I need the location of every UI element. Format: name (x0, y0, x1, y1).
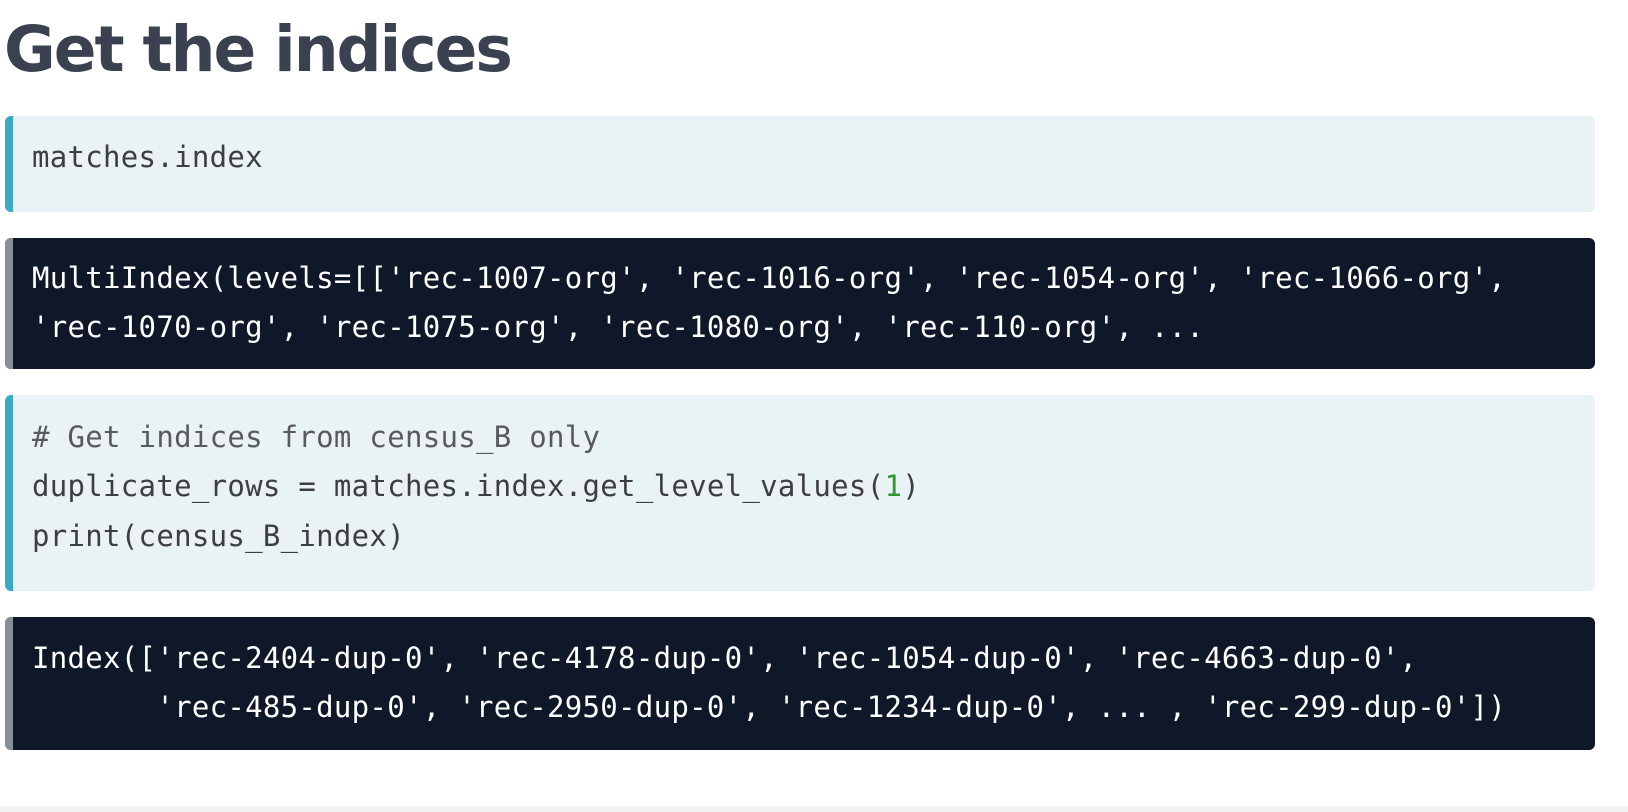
page: Get the indices matches.index MultiIndex… (0, 0, 1628, 812)
code-line: matches.index (32, 140, 263, 174)
output-block-accent-bar (5, 238, 13, 369)
divider (0, 806, 1628, 812)
code-block-accent-bar (5, 395, 13, 591)
code-text: duplicate_rows = matches.index.get_level… (32, 469, 885, 503)
code-text: ) (902, 469, 920, 503)
code-line: duplicate_rows = matches.index.get_level… (32, 461, 920, 511)
output-block-multiindex[interactable]: MultiIndex(levels=[['rec-1007-org', 'rec… (5, 238, 1595, 369)
page-title: Get the indices (4, 13, 513, 86)
code-block-accent-bar (5, 116, 13, 212)
code-block-get-indices[interactable]: # Get indices from census_B only duplica… (5, 395, 1595, 591)
output-block-index[interactable]: Index(['rec-2404-dup-0', 'rec-4178-dup-0… (5, 617, 1595, 750)
code-line: print(census_B_index) (32, 519, 405, 553)
output-line: 'rec-485-dup-0', 'rec-2950-dup-0', 'rec-… (32, 690, 1507, 724)
code-block-matches-index[interactable]: matches.index (5, 116, 1595, 212)
code-comment: # Get indices from census_B only (32, 420, 601, 454)
output-block-accent-bar (5, 617, 13, 750)
output-line: 'rec-1070-org', 'rec-1075-org', 'rec-108… (32, 310, 1205, 344)
output-line: MultiIndex(levels=[['rec-1007-org', 'rec… (32, 261, 1507, 295)
output-line: Index(['rec-2404-dup-0', 'rec-4178-dup-0… (32, 641, 1418, 675)
number-literal: 1 (884, 469, 903, 503)
